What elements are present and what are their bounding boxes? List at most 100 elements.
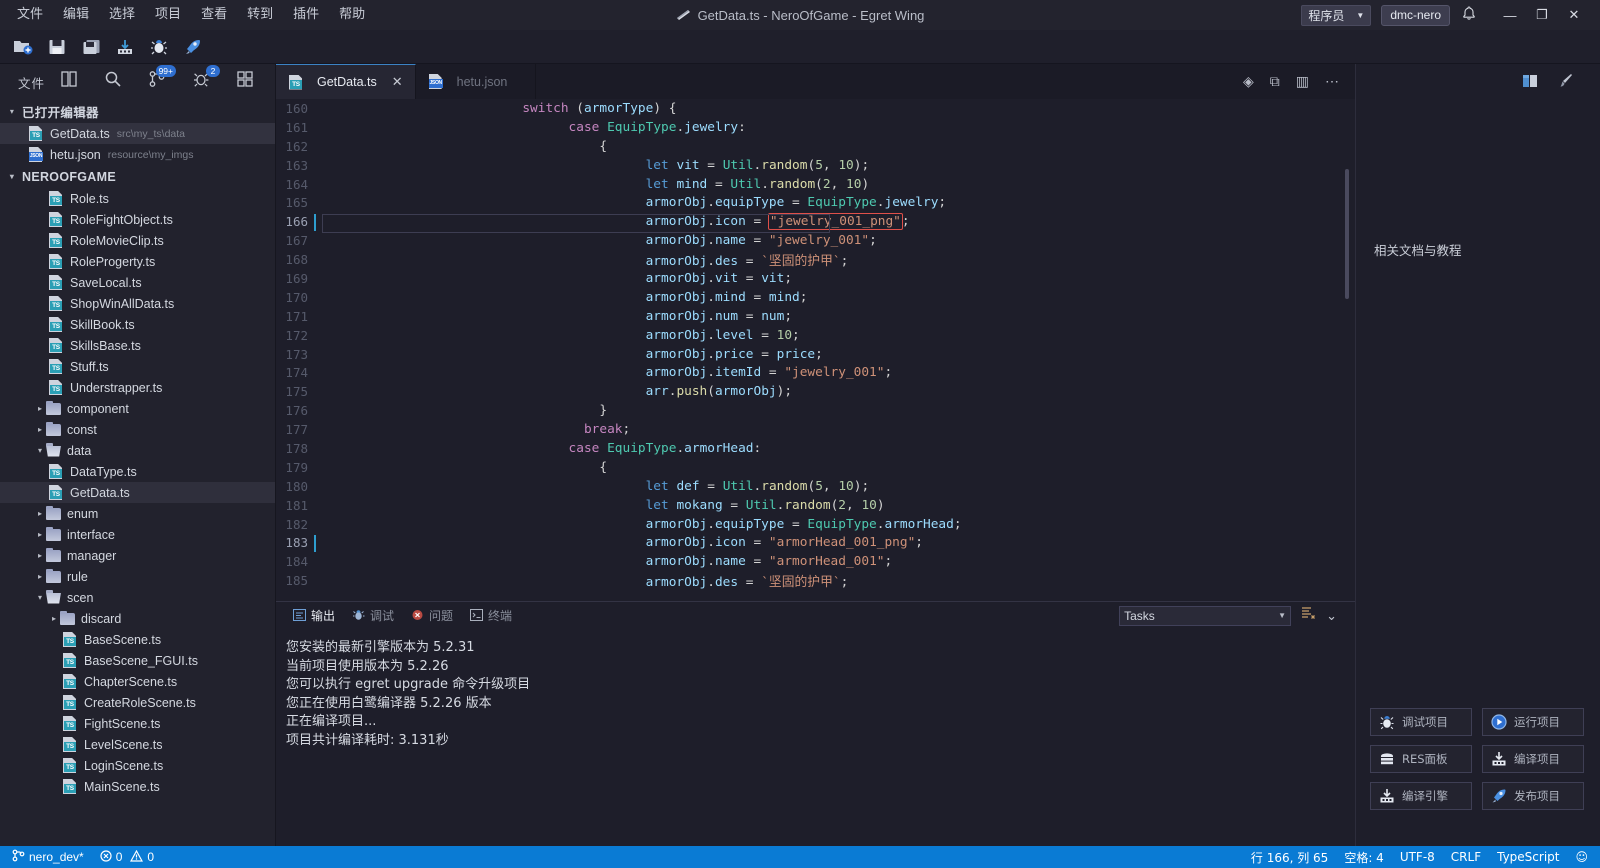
- tree-file-item[interactable]: BaseScene.ts: [0, 629, 275, 650]
- split-editor-icon[interactable]: ▥: [1296, 73, 1309, 90]
- debug-bug-icon[interactable]: [146, 34, 172, 60]
- section-open-editors[interactable]: ▾ 已打开编辑器: [0, 100, 275, 123]
- tree-file-item[interactable]: Stuff.ts: [0, 356, 275, 377]
- encoding[interactable]: UTF-8: [1392, 846, 1443, 868]
- language-mode[interactable]: TypeScript: [1489, 846, 1567, 868]
- chevron-right-icon[interactable]: ▸: [34, 551, 46, 560]
- debug-project-button[interactable]: 调试项目: [1370, 708, 1472, 736]
- tree-file-item[interactable]: SkillBook.ts: [0, 314, 275, 335]
- tree-file-item[interactable]: FightScene.ts: [0, 713, 275, 734]
- rocket-icon[interactable]: [180, 34, 206, 60]
- open-editor-item[interactable]: GetData.ts src\my_ts\data: [0, 123, 275, 144]
- minimize-button[interactable]: —: [1494, 0, 1526, 30]
- tree-file-item[interactable]: Role.ts: [0, 188, 275, 209]
- tree-file-item[interactable]: Understrapper.ts: [0, 377, 275, 398]
- extensions-icon[interactable]: [236, 70, 254, 93]
- chevron-right-icon[interactable]: ▸: [48, 614, 60, 623]
- tree-folder-item[interactable]: ▸ discard: [0, 608, 275, 629]
- menu-view[interactable]: 查看: [192, 3, 236, 27]
- save-icon[interactable]: [44, 34, 70, 60]
- run-project-button[interactable]: 运行项目: [1482, 708, 1584, 736]
- tree-folder-item[interactable]: ▸ const: [0, 419, 275, 440]
- chevron-right-icon[interactable]: ▸: [34, 404, 46, 413]
- compile-engine-button[interactable]: 编译引擎: [1370, 782, 1472, 810]
- chevron-right-icon[interactable]: ▸: [34, 509, 46, 518]
- chevron-right-icon[interactable]: ▸: [34, 572, 46, 581]
- cursor-position[interactable]: 行 166, 列 65: [1243, 846, 1336, 868]
- code-token: .: [707, 346, 715, 362]
- editor-tab[interactable]: GetData.ts ✕: [276, 64, 416, 99]
- tree-folder-item[interactable]: ▸ component: [0, 398, 275, 419]
- res-panel-button[interactable]: RES面板: [1370, 745, 1472, 773]
- run-current-icon[interactable]: ◈: [1243, 73, 1254, 90]
- open-changes-icon[interactable]: ⧉: [1270, 73, 1280, 90]
- close-icon[interactable]: ✕: [392, 74, 403, 90]
- tree-file-item[interactable]: RoleMovieClip.ts: [0, 230, 275, 251]
- tree-folder-item[interactable]: ▸ interface: [0, 524, 275, 545]
- editor-tab[interactable]: hetu.json: [415, 64, 536, 99]
- tree-file-item[interactable]: GetData.ts: [0, 482, 275, 503]
- chevron-down-icon[interactable]: ▾: [34, 593, 46, 602]
- indent-setting[interactable]: 空格: 4: [1336, 846, 1392, 868]
- bell-icon[interactable]: [1460, 6, 1478, 24]
- brush-icon[interactable]: [1557, 73, 1574, 91]
- more-actions-icon[interactable]: ⋯: [1325, 73, 1339, 90]
- chevron-down-icon[interactable]: ▾: [34, 446, 46, 455]
- chevron-right-icon[interactable]: ▸: [34, 425, 46, 434]
- tree-file-item[interactable]: SkillsBase.ts: [0, 335, 275, 356]
- compile-project-button[interactable]: 编译项目: [1482, 745, 1584, 773]
- tree-file-item[interactable]: ShopWinAllData.ts: [0, 293, 275, 314]
- tree-file-item[interactable]: RoleProgerty.ts: [0, 251, 275, 272]
- eol[interactable]: CRLF: [1443, 846, 1489, 868]
- tree-file-item[interactable]: ChapterScene.ts: [0, 671, 275, 692]
- section-project[interactable]: ▾ NEROOFGAME: [0, 165, 275, 188]
- tree-file-item[interactable]: SaveLocal.ts: [0, 272, 275, 293]
- close-button[interactable]: ✕: [1558, 0, 1590, 30]
- tree-file-item[interactable]: LevelScene.ts: [0, 734, 275, 755]
- maximize-button[interactable]: ❐: [1526, 0, 1558, 30]
- feedback-icon[interactable]: ☺: [1567, 846, 1596, 868]
- chevron-down-icon[interactable]: ⌄: [1326, 608, 1337, 624]
- panel-tab-debug[interactable]: 调试: [345, 604, 401, 627]
- tree-folder-item[interactable]: ▸ manager: [0, 545, 275, 566]
- debug-icon[interactable]: 2: [192, 64, 220, 93]
- tree-file-item[interactable]: LoginScene.ts: [0, 755, 275, 776]
- panel-tab-problems[interactable]: 问题: [404, 604, 460, 627]
- tree-folder-item[interactable]: ▸ rule: [0, 566, 275, 587]
- search-icon[interactable]: [104, 70, 122, 93]
- tasks-select[interactable]: Tasks ▼: [1119, 605, 1292, 626]
- explorer-icon[interactable]: [60, 70, 78, 93]
- problems-indicator[interactable]: 0 0: [92, 846, 162, 868]
- tree-folder-item[interactable]: ▾ data: [0, 440, 275, 461]
- role-dropdown[interactable]: 程序员 ▼: [1301, 4, 1372, 26]
- menu-plugin[interactable]: 插件: [284, 3, 328, 27]
- menu-help[interactable]: 帮助: [330, 3, 374, 27]
- source-control-icon[interactable]: 99+: [148, 64, 176, 93]
- chevron-right-icon[interactable]: ▸: [34, 530, 46, 539]
- compile-icon[interactable]: [112, 34, 138, 60]
- tree-folder-item[interactable]: ▸ enum: [0, 503, 275, 524]
- tree-file-item[interactable]: DataType.ts: [0, 461, 275, 482]
- menu-select[interactable]: 选择: [100, 3, 144, 27]
- tree-file-item[interactable]: BaseScene_FGUI.ts: [0, 650, 275, 671]
- menu-edit[interactable]: 编辑: [54, 3, 98, 27]
- tree-file-item[interactable]: RoleFightObject.ts: [0, 209, 275, 230]
- user-badge[interactable]: dmc-nero: [1381, 4, 1450, 26]
- panel-tab-output[interactable]: 输出: [286, 604, 342, 627]
- book-icon[interactable]: [1522, 73, 1539, 91]
- open-editor-item[interactable]: hetu.json resource\my_imgs: [0, 144, 275, 165]
- menu-goto[interactable]: 转到: [238, 3, 282, 27]
- menu-file[interactable]: 文件: [8, 3, 52, 27]
- panel-tab-terminal[interactable]: 终端: [463, 604, 519, 627]
- branch-indicator[interactable]: nero_dev*: [4, 846, 92, 868]
- tree-folder-item[interactable]: ▾ scen: [0, 587, 275, 608]
- tree-file-item[interactable]: MainScene.ts: [0, 776, 275, 797]
- tree-file-item[interactable]: CreateRoleScene.ts: [0, 692, 275, 713]
- code-editor[interactable]: 160 switch (armorType) {161 case EquipTy…: [276, 99, 1355, 601]
- new-file-icon[interactable]: [10, 34, 36, 60]
- menu-project[interactable]: 项目: [146, 3, 190, 27]
- clear-output-icon[interactable]: [1301, 606, 1316, 625]
- editor-scrollbar[interactable]: [1345, 99, 1349, 601]
- save-all-icon[interactable]: [78, 34, 104, 60]
- publish-project-button[interactable]: 发布项目: [1482, 782, 1584, 810]
